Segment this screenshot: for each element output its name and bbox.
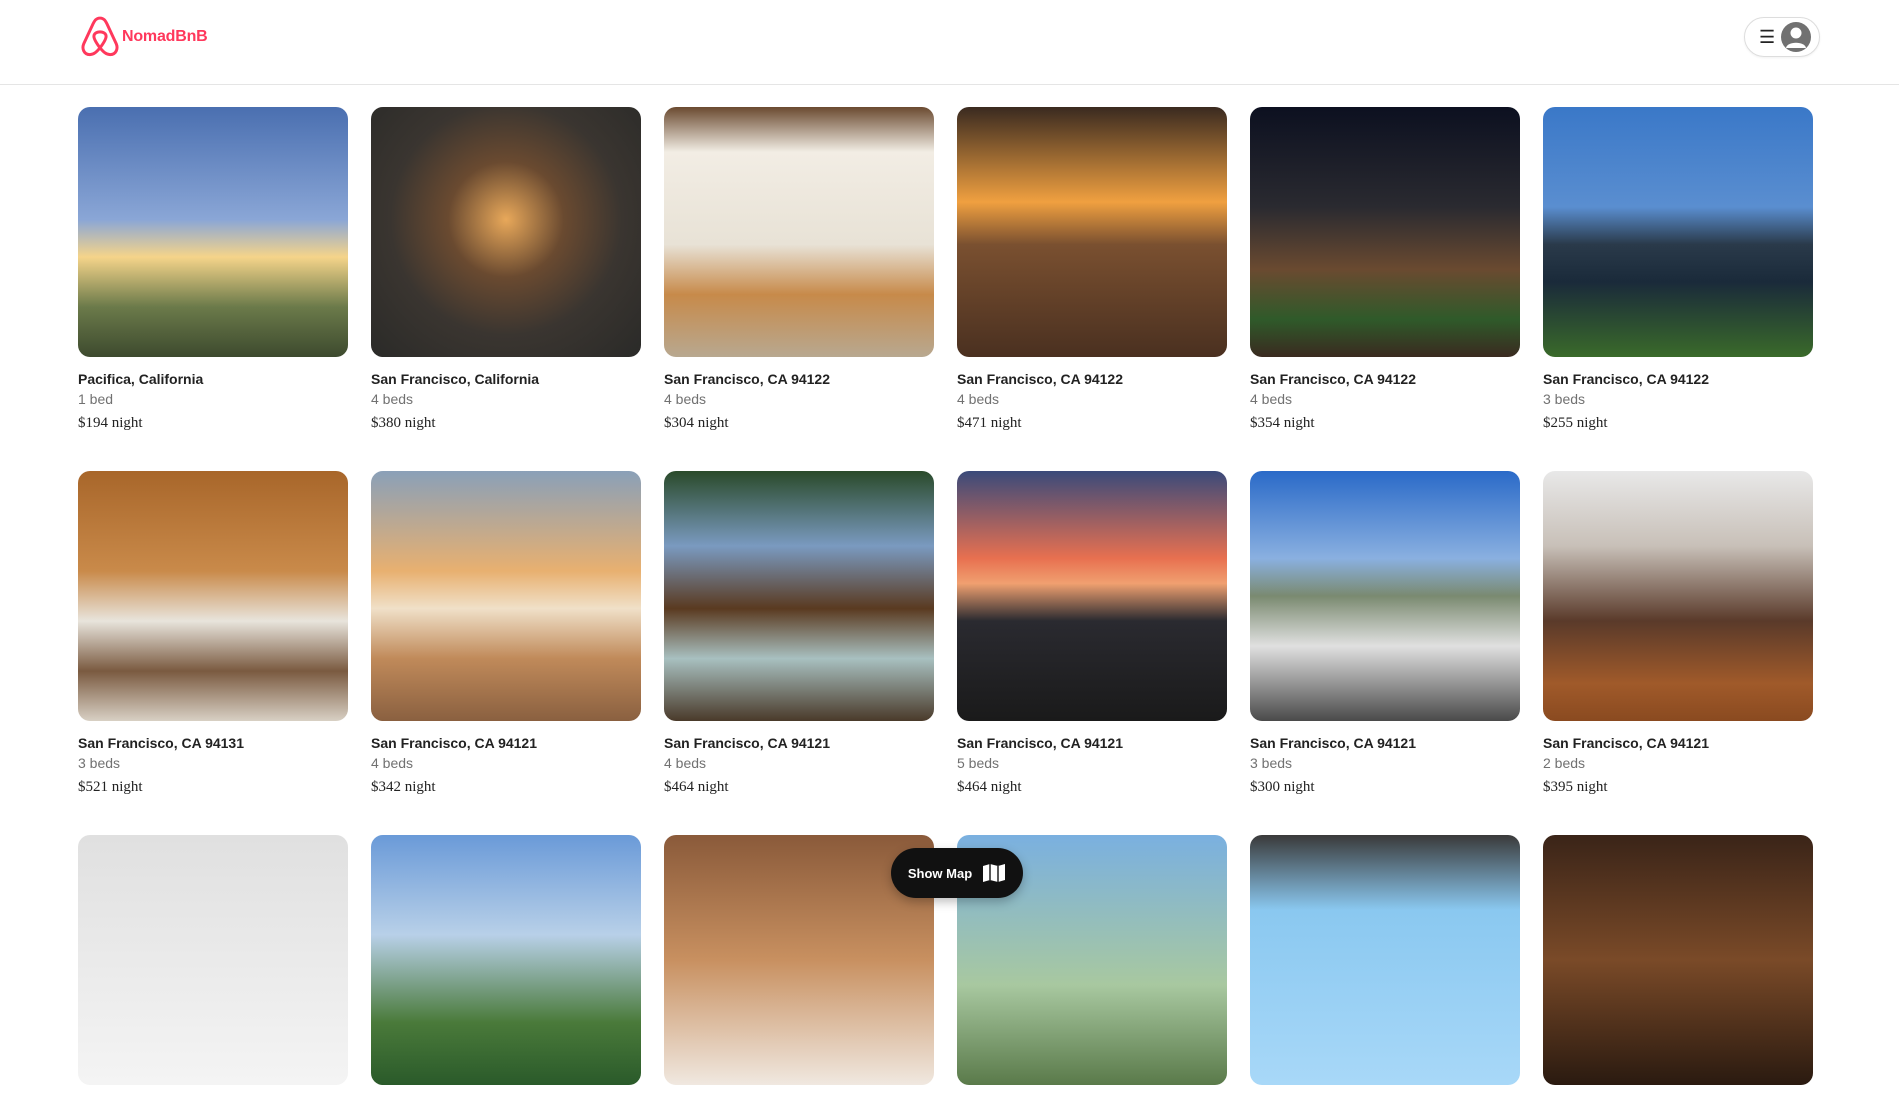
listing-card[interactable]: San Francisco, CA 94121 4 beds $464 night (664, 471, 934, 796)
listing-card[interactable]: San Francisco, CA 94121 4 beds $342 night (371, 471, 641, 796)
user-menu-button[interactable]: ☰ (1744, 17, 1820, 57)
listing-card[interactable]: San Francisco, CA 94122 4 beds $471 night (957, 107, 1227, 432)
listing-price: $521 night (78, 779, 143, 795)
listing-location: San Francisco, California (371, 371, 540, 387)
listing-photo[interactable] (1543, 107, 1813, 357)
listing-card[interactable]: San Francisco, California 4 beds $380 nigh… (371, 107, 641, 432)
listing-beds: 1 bed (78, 391, 114, 407)
listing-location: San Francisco, CA 94131 (78, 735, 245, 751)
listing-beds: 4 beds (957, 391, 1000, 407)
show-map-label: Show Map (907, 865, 973, 881)
listing-photo[interactable] (78, 471, 348, 721)
airbnb-logo-icon (81, 16, 119, 57)
listing-price: $194 night (78, 415, 143, 431)
listing-location: San Francisco, CA 94121 (664, 735, 831, 751)
listing-card[interactable] (1250, 835, 1520, 1099)
brand-name: NomadBnB (122, 28, 208, 45)
listing-card[interactable]: San Francisco, CA 94122 3 beds $255 night (1543, 107, 1813, 432)
listing-location: San Francisco, CA 94122 (664, 371, 831, 387)
listing-photo[interactable] (371, 471, 641, 721)
listing-beds: 4 beds (371, 755, 414, 771)
listing-location: San Francisco, CA 94121 (371, 735, 538, 751)
map-icon (983, 864, 1006, 882)
user-avatar-icon (1781, 22, 1811, 52)
listing-price: $464 night (664, 779, 729, 795)
listing-card[interactable] (1543, 835, 1813, 1099)
top-header: NomadBnB ☰ (0, 0, 1899, 85)
listing-card[interactable]: San Francisco, CA 94121 5 beds $464 night (957, 471, 1227, 796)
listing-photo[interactable] (78, 107, 348, 357)
listing-price: $342 night (371, 779, 436, 795)
listing-card[interactable] (371, 835, 641, 1099)
listing-photo[interactable] (371, 107, 641, 357)
listing-beds: 2 beds (1543, 755, 1586, 771)
listing-photo[interactable] (78, 835, 348, 1085)
listing-photo[interactable] (1543, 835, 1813, 1085)
listing-photo[interactable] (1250, 471, 1520, 721)
listing-beds: 4 beds (1250, 391, 1293, 407)
listing-location: San Francisco, CA 94122 (957, 371, 1124, 387)
listing-price: $464 night (957, 779, 1022, 795)
brand-logo[interactable]: NomadBnB (78, 14, 208, 60)
listing-price: $255 night (1543, 415, 1608, 431)
listing-card[interactable]: San Francisco, CA 94122 4 beds $304 night (664, 107, 934, 432)
listing-price: $395 night (1543, 779, 1608, 795)
listing-card[interactable]: San Francisco, CA 94131 3 beds $521 night (78, 471, 348, 796)
listing-beds: 3 beds (1250, 755, 1293, 771)
listing-card[interactable] (78, 835, 348, 1099)
listing-card[interactable]: San Francisco, CA 94121 2 beds $395 night (1543, 471, 1813, 796)
listing-photo[interactable] (1543, 471, 1813, 721)
listing-beds: 4 beds (371, 391, 414, 407)
listing-photo[interactable] (957, 107, 1227, 357)
listing-location: Pacifica, California (78, 371, 204, 387)
hamburger-menu-icon: ☰ (1759, 27, 1776, 47)
listing-beds: 3 beds (78, 755, 121, 771)
listing-photo[interactable] (664, 471, 934, 721)
listing-photo[interactable] (957, 471, 1227, 721)
listing-price: $380 night (371, 415, 436, 431)
listing-photo[interactable] (371, 835, 641, 1085)
listing-beds: 4 beds (664, 391, 707, 407)
listing-photo[interactable] (1250, 107, 1520, 357)
listing-price: $304 night (664, 415, 729, 431)
listing-card[interactable]: San Francisco, CA 94121 3 beds $300 night (1250, 471, 1520, 796)
listing-beds: 5 beds (957, 755, 1000, 771)
listing-location: San Francisco, CA 94121 (1250, 735, 1417, 751)
listing-photo[interactable] (664, 107, 934, 357)
listing-location: San Francisco, CA 94121 (957, 735, 1124, 751)
listing-location: San Francisco, CA 94122 (1250, 371, 1417, 387)
show-map-button[interactable]: Show Map (891, 848, 1023, 898)
listing-card[interactable]: San Francisco, CA 94122 4 beds $354 night (1250, 107, 1520, 432)
listing-location: San Francisco, CA 94122 (1543, 371, 1710, 387)
listing-beds: 3 beds (1543, 391, 1586, 407)
listing-beds: 4 beds (664, 755, 707, 771)
listing-price: $300 night (1250, 779, 1315, 795)
listing-price: $354 night (1250, 415, 1315, 431)
listing-price: $471 night (957, 415, 1022, 431)
listing-photo[interactable] (1250, 835, 1520, 1085)
listing-location: San Francisco, CA 94121 (1543, 735, 1710, 751)
listing-card[interactable]: Pacifica, California 1 bed $194 night (78, 107, 348, 432)
